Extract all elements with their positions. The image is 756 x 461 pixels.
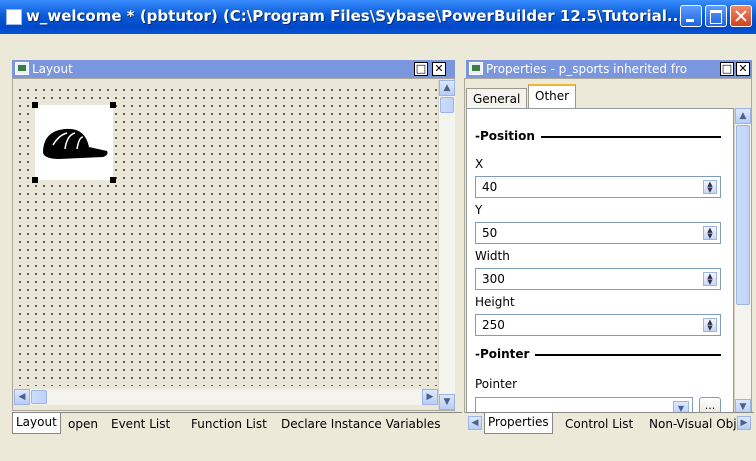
properties-tab-strip: ◀ Properties Control List Non-Visual Obj… xyxy=(466,412,754,435)
spin-icon[interactable]: ▲ ▼ xyxy=(703,318,717,332)
y-label: Y xyxy=(475,203,483,217)
properties-pane-header[interactable]: Properties - p_sports inherited fro □ ✕ xyxy=(466,60,752,78)
pointer-label: Pointer xyxy=(475,377,518,391)
scroll-thumb[interactable] xyxy=(736,125,750,305)
minimize-icon xyxy=(681,6,701,26)
layout-pane-header[interactable]: Layout □ ✕ xyxy=(12,60,455,78)
properties-close-button[interactable]: ✕ xyxy=(736,62,750,76)
close-button[interactable] xyxy=(730,5,752,27)
tab-event-list[interactable]: Event List xyxy=(108,415,173,433)
scroll-thumb[interactable] xyxy=(31,390,47,404)
height-field[interactable]: 250 ▲ ▼ xyxy=(475,314,721,336)
section-position-label: Position xyxy=(479,129,535,143)
baseball-cap-icon xyxy=(43,128,108,159)
title-bar: w_welcome * (pbtutor) (C:\Program Files\… xyxy=(0,0,756,34)
layout-close-button[interactable]: ✕ xyxy=(432,62,446,76)
selection-handle[interactable] xyxy=(32,177,38,183)
p-sports-picture[interactable] xyxy=(35,105,113,180)
layout-vertical-scrollbar[interactable]: ▲ ▼ xyxy=(438,80,455,410)
tab-scroll-left-icon[interactable]: ◀ xyxy=(468,416,482,430)
y-field[interactable]: 50 ▲ ▼ xyxy=(475,222,721,244)
tab-scroll-right-icon[interactable]: ▶ xyxy=(737,416,751,430)
scroll-left-icon[interactable]: ◀ xyxy=(14,389,30,405)
tab-declare-instance-variables[interactable]: Declare Instance Variables xyxy=(278,415,443,433)
layout-horizontal-scrollbar[interactable]: ◀ ▶ xyxy=(14,389,438,405)
spin-icon[interactable]: ▲ ▼ xyxy=(703,180,717,194)
height-label: Height xyxy=(475,295,515,309)
properties-pane-icon xyxy=(469,62,483,75)
scroll-right-icon[interactable]: ▶ xyxy=(422,389,438,405)
y-value: 50 xyxy=(482,226,498,240)
tab-function-list[interactable]: Function List xyxy=(188,415,270,433)
maximize-icon xyxy=(706,6,726,26)
properties-maximize-button[interactable]: □ xyxy=(720,62,734,76)
x-label: X xyxy=(475,157,484,171)
tab-control-list[interactable]: Control List xyxy=(562,415,636,433)
layout-canvas[interactable] xyxy=(16,86,438,386)
section-pointer: -Pointer xyxy=(475,347,722,361)
properties-pane-title: Properties - p_sports inherited fro xyxy=(486,62,688,76)
layout-pane-icon xyxy=(15,62,29,75)
properties-vertical-scrollbar[interactable]: ▲ ▼ xyxy=(734,108,751,415)
scroll-down-icon[interactable]: ▼ xyxy=(439,394,455,410)
spin-icon[interactable]: ▲ ▼ xyxy=(703,226,717,240)
properties-panel: -Position X 40 ▲ ▼ Y 50 ▲ ▼ Width 300 ▲ ▼ Heig… xyxy=(466,108,734,415)
tab-open[interactable]: open xyxy=(65,415,101,433)
window-title: w_welcome * (pbtutor) (C:\Program Files\… xyxy=(26,7,685,25)
layout-maximize-button[interactable]: □ xyxy=(414,62,428,76)
section-position: -Position xyxy=(475,129,721,143)
selection-handle[interactable] xyxy=(32,102,38,108)
minimize-button[interactable] xyxy=(680,5,702,27)
width-label: Width xyxy=(475,249,510,263)
close-icon xyxy=(731,6,751,26)
layout-tab-strip: Layout open Event List Function List Dec… xyxy=(12,412,462,435)
width-value: 300 xyxy=(482,272,505,286)
width-field[interactable]: 300 ▲ ▼ xyxy=(475,268,721,290)
scroll-up-icon[interactable]: ▲ xyxy=(735,108,751,124)
selection-handle[interactable] xyxy=(110,102,116,108)
scroll-up-icon[interactable]: ▲ xyxy=(439,80,455,96)
tab-layout[interactable]: Layout xyxy=(12,413,61,434)
selection-handle[interactable] xyxy=(110,177,116,183)
tab-non-visual-obj[interactable]: Non-Visual Obj xyxy=(646,415,740,433)
scroll-thumb[interactable] xyxy=(440,97,454,113)
tab-general[interactable]: General xyxy=(466,88,528,109)
height-value: 250 xyxy=(482,318,505,332)
app-icon xyxy=(6,9,22,25)
layout-pane-title: Layout xyxy=(32,62,73,76)
spin-icon[interactable]: ▲ ▼ xyxy=(703,272,717,286)
section-pointer-label: Pointer xyxy=(479,347,530,361)
x-value: 40 xyxy=(482,180,498,194)
x-field[interactable]: 40 ▲ ▼ xyxy=(475,176,721,198)
tab-properties[interactable]: Properties xyxy=(484,413,553,434)
maximize-button[interactable] xyxy=(705,5,727,27)
